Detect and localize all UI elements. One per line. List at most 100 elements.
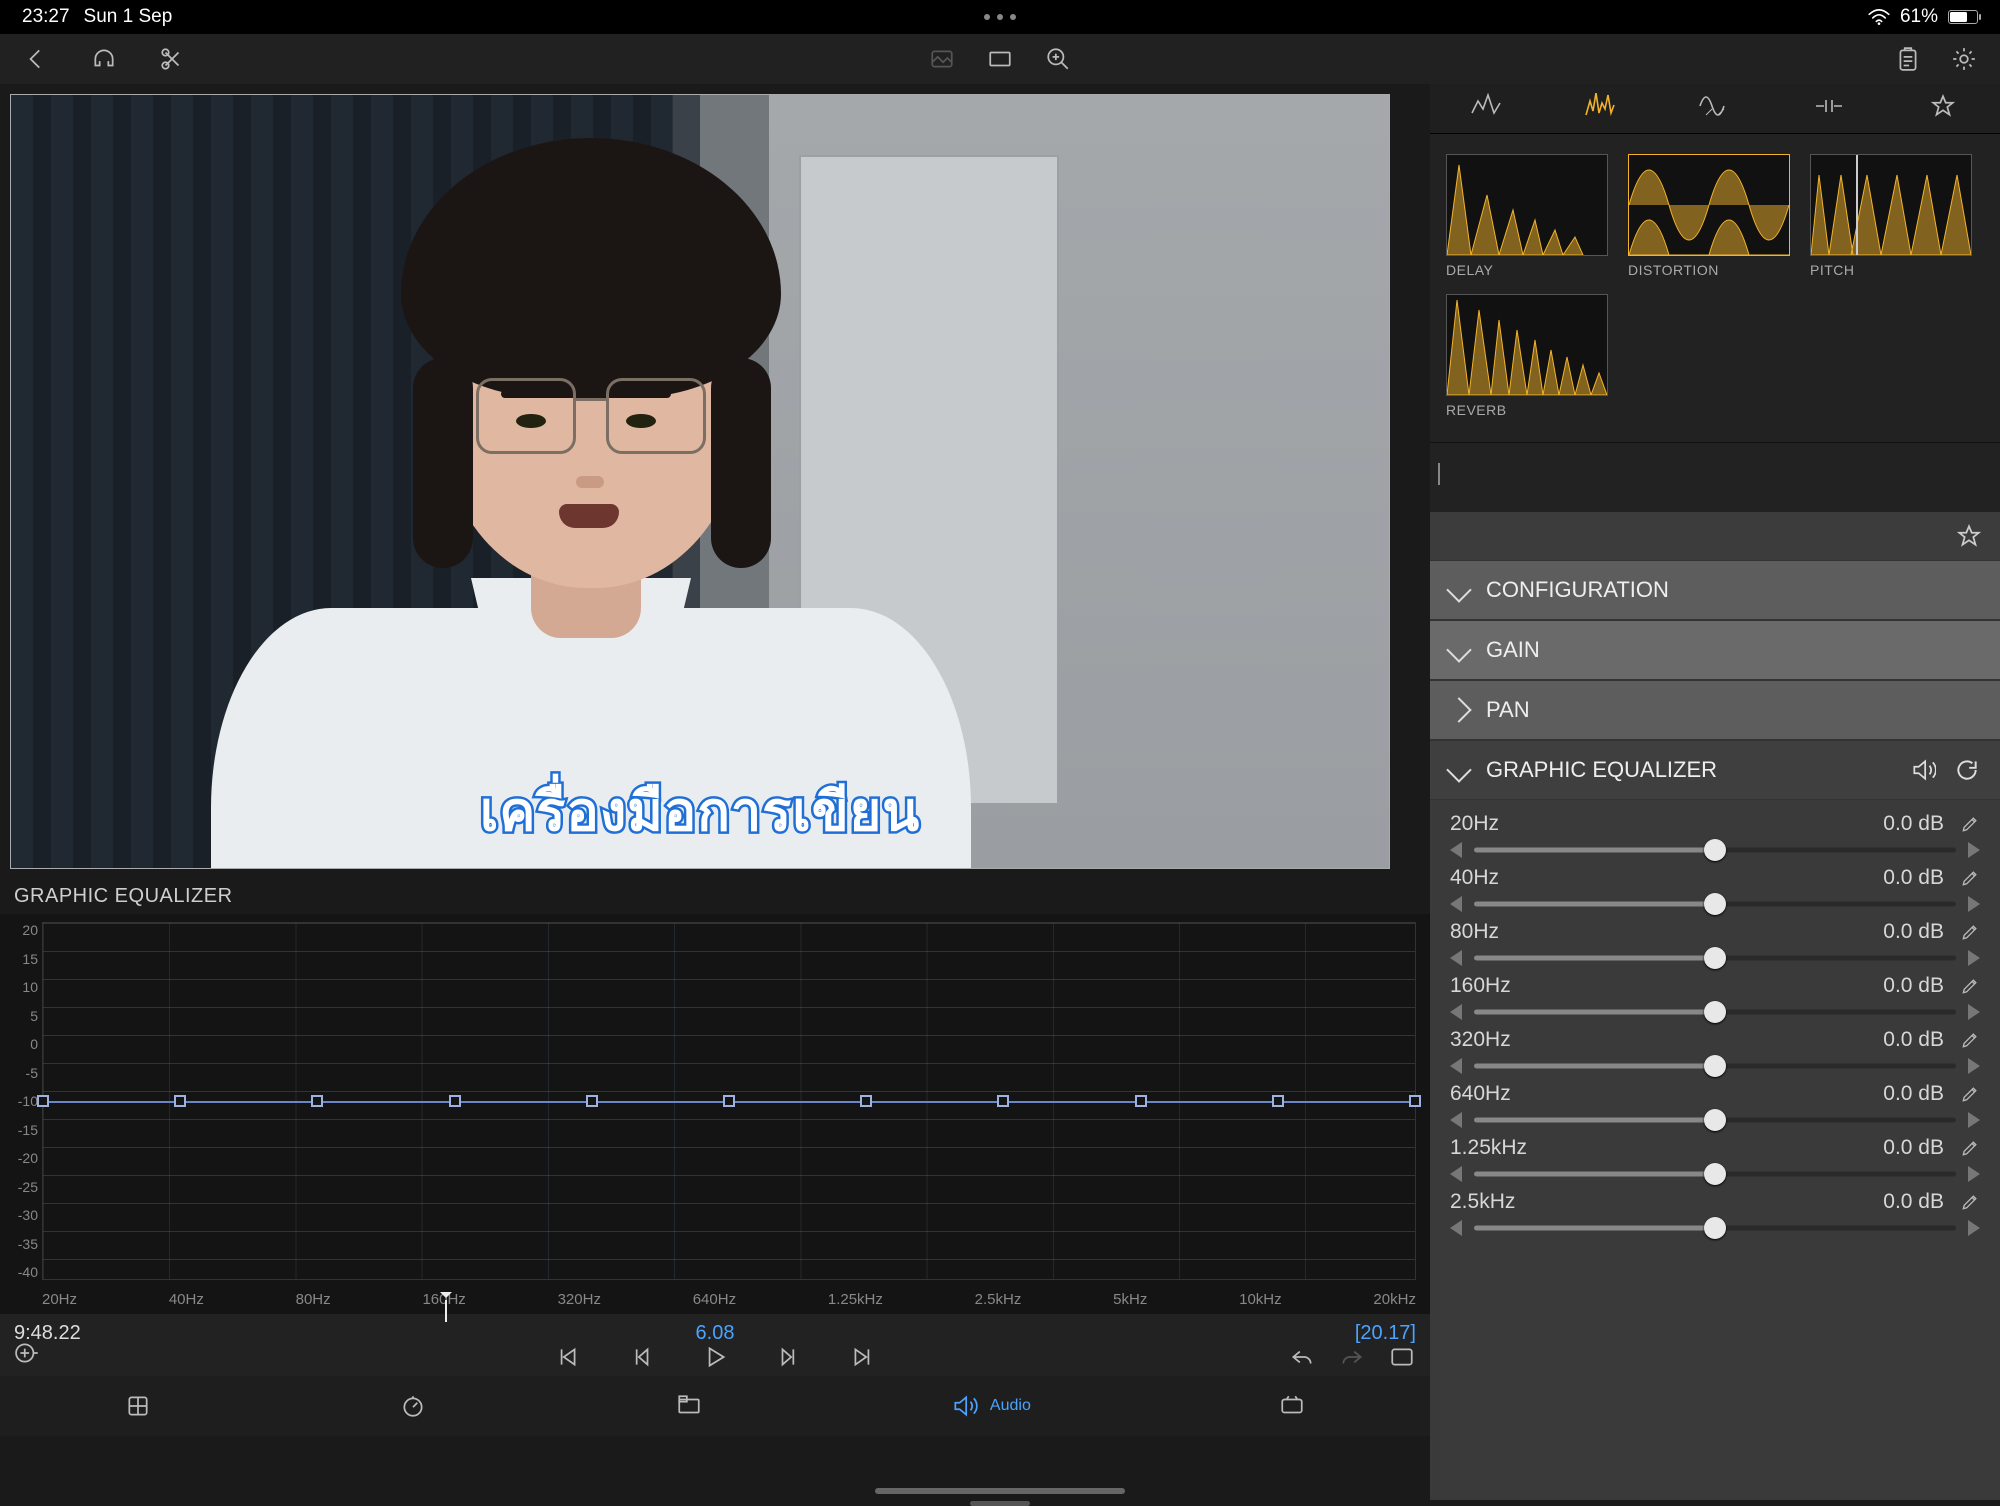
step-fwd-icon[interactable]: [775, 1344, 803, 1370]
eq-node[interactable]: [586, 1095, 598, 1107]
reset-icon[interactable]: [1954, 757, 1980, 783]
slider-knob[interactable]: [1704, 1055, 1726, 1077]
add-clip-icon[interactable]: [14, 1340, 42, 1366]
image-icon[interactable]: [928, 46, 956, 72]
pencil-icon[interactable]: [1960, 922, 1980, 942]
video-preview[interactable]: เครื่องมือการเขียน: [10, 94, 1390, 869]
pencil-icon[interactable]: [1960, 1084, 1980, 1104]
section-geq[interactable]: GRAPHIC EQUALIZER: [1430, 740, 2000, 800]
nudge-left-icon[interactable]: [1450, 950, 1462, 966]
fx-delay[interactable]: DELAY: [1446, 154, 1608, 278]
nudge-right-icon[interactable]: [1968, 842, 1980, 858]
preview-resize-handle[interactable]: [970, 1501, 1030, 1506]
nudge-right-icon[interactable]: [1968, 950, 1980, 966]
star-icon[interactable]: [1956, 523, 1982, 549]
redo-icon[interactable]: [1338, 1344, 1366, 1370]
band-slider[interactable]: [1474, 1169, 1956, 1179]
tab-speed[interactable]: [399, 1393, 427, 1419]
playhead-marker[interactable]: [445, 1300, 447, 1322]
fx-reverb[interactable]: REVERB: [1446, 294, 1608, 418]
slider-knob[interactable]: [1704, 1163, 1726, 1185]
nudge-left-icon[interactable]: [1450, 896, 1462, 912]
zoom-icon[interactable]: [1044, 46, 1072, 72]
pencil-icon[interactable]: [1960, 1030, 1980, 1050]
play-icon[interactable]: [701, 1344, 729, 1370]
slider-knob[interactable]: [1704, 1109, 1726, 1131]
pencil-icon[interactable]: [1960, 1138, 1980, 1158]
slider-knob[interactable]: [1704, 1217, 1726, 1239]
eq-graph[interactable]: 20151050-5-10-15-20-25-30-35-40 20Hz40Hz…: [0, 914, 1430, 1314]
band-slider[interactable]: [1474, 1115, 1956, 1125]
slider-knob[interactable]: [1704, 1001, 1726, 1023]
eq-node[interactable]: [174, 1095, 186, 1107]
slider-knob[interactable]: [1704, 947, 1726, 969]
step-back-icon[interactable]: [627, 1344, 655, 1370]
eq-node[interactable]: [1272, 1095, 1284, 1107]
tab-audio[interactable]: Audio: [950, 1393, 1031, 1419]
pencil-icon[interactable]: [1960, 868, 1980, 888]
eq-plot-area[interactable]: [42, 922, 1416, 1280]
eq-xtick: 640Hz: [693, 1291, 736, 1308]
rtab-eq[interactable]: [1571, 93, 1631, 124]
clipboard-icon[interactable]: [1894, 46, 1922, 72]
home-indicator[interactable]: [875, 1488, 1125, 1494]
eq-node[interactable]: [723, 1095, 735, 1107]
rtab-fav[interactable]: [1913, 93, 1973, 124]
settings-icon[interactable]: [1950, 46, 1978, 72]
nudge-left-icon[interactable]: [1450, 1112, 1462, 1128]
section-pan[interactable]: PAN: [1430, 680, 2000, 740]
band-slider[interactable]: [1474, 845, 1956, 855]
headphones-icon[interactable]: [90, 46, 118, 72]
fx-pitch[interactable]: PITCH: [1810, 154, 1972, 278]
slider-knob[interactable]: [1704, 893, 1726, 915]
pencil-icon[interactable]: [1960, 1192, 1980, 1212]
frame-icon[interactable]: [986, 46, 1014, 72]
band-slider[interactable]: [1474, 1007, 1956, 1017]
nudge-right-icon[interactable]: [1968, 1166, 1980, 1182]
speaker-icon[interactable]: [1910, 757, 1936, 783]
band-slider[interactable]: [1474, 953, 1956, 963]
eq-node[interactable]: [997, 1095, 1009, 1107]
nudge-right-icon[interactable]: [1968, 1004, 1980, 1020]
fx-distortion[interactable]: DISTORTION: [1628, 154, 1790, 278]
nudge-left-icon[interactable]: [1450, 1058, 1462, 1074]
section-configuration[interactable]: CONFIGURATION: [1430, 560, 2000, 620]
pencil-icon[interactable]: [1960, 814, 1980, 834]
multitask-dots[interactable]: [984, 14, 1016, 20]
tab-effects[interactable]: [1278, 1393, 1306, 1419]
eq-node[interactable]: [37, 1095, 49, 1107]
nudge-right-icon[interactable]: [1968, 1058, 1980, 1074]
nudge-left-icon[interactable]: [1450, 1220, 1462, 1236]
eq-node[interactable]: [1409, 1095, 1421, 1107]
eq-node[interactable]: [311, 1095, 323, 1107]
rtab-pitch[interactable]: [1685, 93, 1745, 124]
band-slider[interactable]: [1474, 1223, 1956, 1233]
nudge-right-icon[interactable]: [1968, 896, 1980, 912]
rtab-levels[interactable]: [1457, 93, 1517, 124]
time-remaining: [20.17]: [1355, 1322, 1416, 1345]
band-slider[interactable]: [1474, 1061, 1956, 1071]
tab-frame[interactable]: [675, 1393, 703, 1419]
prev-icon[interactable]: [553, 1344, 581, 1370]
undo-icon[interactable]: [1288, 1344, 1316, 1370]
band-freq: 2.5kHz: [1450, 1190, 1515, 1214]
pencil-icon[interactable]: [1960, 976, 1980, 996]
band-slider[interactable]: [1474, 899, 1956, 909]
back-icon[interactable]: [22, 46, 50, 72]
slider-knob[interactable]: [1704, 839, 1726, 861]
nudge-left-icon[interactable]: [1450, 842, 1462, 858]
tab-edit[interactable]: [124, 1393, 152, 1419]
eq-node[interactable]: [449, 1095, 461, 1107]
nudge-right-icon[interactable]: [1968, 1112, 1980, 1128]
cut-icon[interactable]: [158, 46, 186, 72]
eq-node[interactable]: [860, 1095, 872, 1107]
section-geq-label: GRAPHIC EQUALIZER: [1486, 757, 1717, 783]
section-gain[interactable]: GAIN: [1430, 620, 2000, 680]
eq-node[interactable]: [1135, 1095, 1147, 1107]
nudge-left-icon[interactable]: [1450, 1004, 1462, 1020]
nudge-right-icon[interactable]: [1968, 1220, 1980, 1236]
rtab-pan[interactable]: [1799, 93, 1859, 124]
fullscreen-icon[interactable]: [1388, 1344, 1416, 1370]
next-icon[interactable]: [849, 1344, 877, 1370]
nudge-left-icon[interactable]: [1450, 1166, 1462, 1182]
